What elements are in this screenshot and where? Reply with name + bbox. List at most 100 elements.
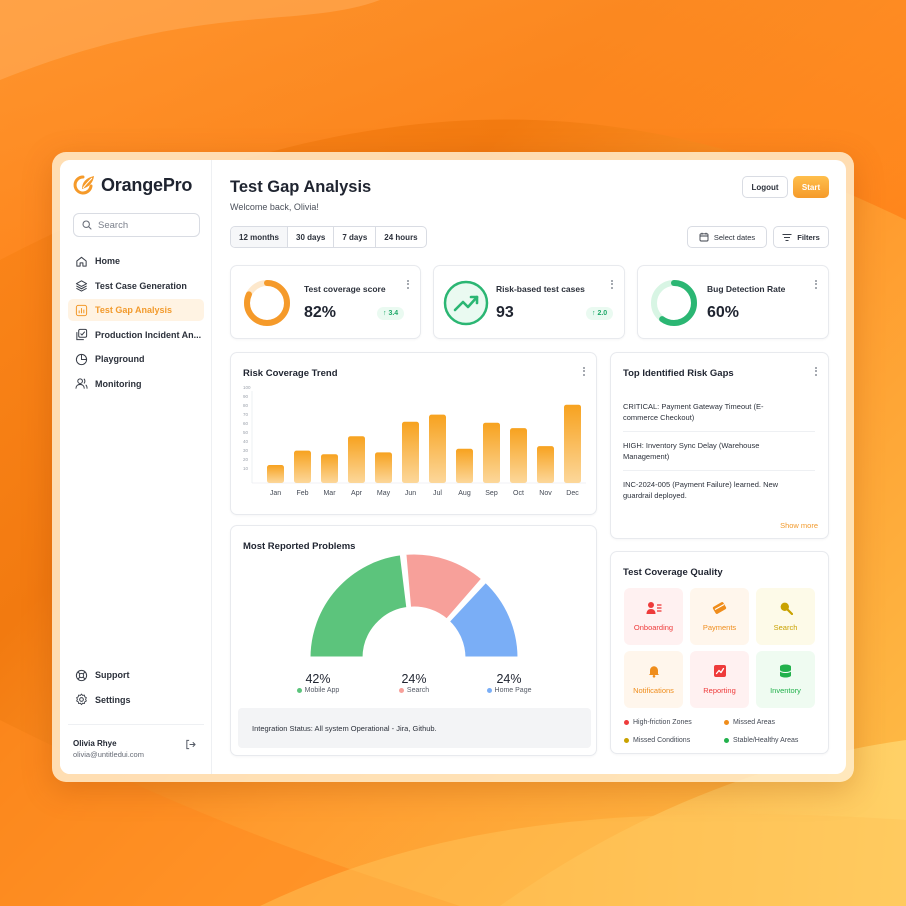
y-tick-label: 20: [243, 457, 249, 462]
sidebar-item-settings[interactable]: Settings: [68, 689, 204, 711]
legend-home-page: Home Page: [469, 687, 549, 694]
user-list-icon: [646, 602, 661, 614]
gauge-segment-mobile-app[interactable]: [307, 552, 410, 660]
x-tick-label: Aug: [458, 490, 471, 497]
database-icon: [779, 664, 792, 678]
legend-missed-areas: Missed Areas: [724, 719, 775, 726]
sidebar-item-label: Test Gap Analysis: [95, 305, 173, 315]
segment-percent-search: 24%: [401, 672, 427, 686]
x-tick-label: Jul: [433, 490, 442, 497]
more-options-icon[interactable]: [406, 278, 410, 290]
orange-logo-icon: [73, 175, 94, 195]
legend-label: Missed Conditions: [633, 737, 691, 744]
stat-delta-badge: ↑ 3.4: [377, 307, 405, 320]
search-input[interactable]: [98, 219, 193, 231]
sidebar-item-test-gap-analysis[interactable]: Test Gap Analysis: [68, 299, 204, 321]
bar-feb[interactable]: [294, 450, 311, 483]
bar-oct[interactable]: [510, 428, 527, 483]
select-dates-button[interactable]: Select dates: [687, 226, 767, 248]
x-tick-label: Nov: [539, 490, 552, 497]
y-tick-label: 90: [243, 394, 249, 399]
select-dates-label: Select dates: [713, 232, 756, 242]
bar-apr[interactable]: [348, 436, 365, 483]
x-tick-label: Apr: [351, 490, 363, 497]
more-options-icon[interactable]: [582, 365, 586, 377]
legend-dot: [486, 688, 492, 693]
calendar-icon: [699, 232, 709, 242]
risk-gap-item[interactable]: INC-2024-005 (Payment Failure) learned. …: [623, 480, 783, 501]
tile-inventory[interactable]: Inventory: [756, 651, 815, 708]
delta-value: 2.0: [597, 310, 608, 317]
bar-may[interactable]: [375, 452, 392, 483]
more-options-icon[interactable]: [814, 278, 818, 290]
most-reported-problems-card: Most Reported Problems 42% 24% 24% Mobil…: [230, 525, 597, 756]
risk-gap-item[interactable]: CRITICAL: Payment Gateway Timeout (E-com…: [623, 402, 783, 423]
stat-card-coverage: Test coverage score 82% ↑ 3.4: [230, 265, 421, 339]
sidebar-item-test-case-generation[interactable]: Test Case Generation: [68, 275, 204, 297]
sidebar-item-playground[interactable]: Playground: [68, 348, 204, 370]
sidebar-item-production-incident[interactable]: Production Incident An...: [68, 324, 204, 346]
legend-label: Stable/Healthy Areas: [733, 737, 799, 744]
tile-notifications[interactable]: Notifications: [624, 651, 683, 708]
main-content: Test Gap Analysis Welcome back, Olivia! …: [212, 160, 846, 774]
sidebar-item-support[interactable]: Support: [68, 664, 204, 686]
logout-icon[interactable]: [185, 739, 196, 750]
tile-onboarding[interactable]: Onboarding: [624, 588, 683, 645]
stat-value: 93: [496, 304, 514, 321]
search-box[interactable]: [73, 213, 200, 237]
bar-aug[interactable]: [456, 448, 473, 483]
legend-dot: [296, 688, 302, 693]
stat-value: 82%: [304, 304, 337, 321]
tile-label: Search: [773, 623, 798, 632]
risk-coverage-trend-card: Risk Coverage Trend 100 90 80 70 60 50 40 30 20 1…: [230, 352, 597, 515]
bar-nov[interactable]: [537, 446, 554, 483]
range-12-months[interactable]: 12 months: [231, 227, 289, 247]
sidebar-item-home[interactable]: Home: [68, 250, 204, 272]
brand-logo[interactable]: OrangePro: [72, 174, 192, 196]
sidebar-nav: Home Test Case Generation Test Gap Analy…: [68, 250, 204, 397]
time-range-selector: 12 months 30 days 7 days 24 hours: [230, 226, 427, 248]
bar-dec[interactable]: [564, 404, 581, 483]
chart-title: Risk Coverage Trend: [243, 368, 338, 379]
x-tick-label: Jan: [270, 490, 281, 497]
range-30-days[interactable]: 30 days: [288, 227, 335, 247]
user-email: olivia@untitledui.com: [73, 750, 144, 759]
sidebar-item-monitoring[interactable]: Monitoring: [68, 373, 204, 395]
bar-chart-icon: [75, 304, 88, 316]
start-button[interactable]: Start: [793, 176, 829, 198]
tile-label: Onboarding: [633, 623, 674, 632]
user-profile: Olivia Rhye olivia@untitledui.com: [68, 724, 204, 759]
legend-search: Search: [374, 687, 454, 694]
risk-gap-item[interactable]: HIGH: Inventory Sync Delay (Warehouse Ma…: [623, 441, 783, 462]
y-tick-label: 60: [243, 421, 249, 426]
copy-check-icon: [76, 328, 88, 341]
more-options-icon[interactable]: [814, 365, 818, 377]
x-tick-label: Feb: [296, 490, 308, 497]
bar-jul[interactable]: [429, 414, 446, 483]
tile-search[interactable]: Search: [756, 588, 815, 645]
x-tick-label: Jun: [405, 490, 416, 497]
tile-payments[interactable]: Payments: [690, 588, 749, 645]
more-options-icon[interactable]: [610, 278, 614, 290]
gear-icon: [76, 693, 87, 706]
logout-button[interactable]: Logout: [742, 176, 788, 198]
risk-gaps-card: Top Identified Risk Gaps CRITICAL: Payme…: [610, 352, 829, 539]
card-icon: [712, 602, 727, 614]
segment-percent-mobile: 42%: [305, 672, 331, 686]
range-7-days[interactable]: 7 days: [334, 227, 377, 247]
bar-mar[interactable]: [321, 454, 338, 483]
legend-mobile-app: Mobile App: [278, 687, 358, 694]
legend-stable-healthy: Stable/Healthy Areas: [724, 737, 798, 744]
bar-jun[interactable]: [402, 421, 419, 483]
filters-button[interactable]: Filters: [773, 226, 829, 248]
y-tick-label: 70: [243, 412, 249, 417]
bar-jan[interactable]: [267, 465, 284, 483]
show-more-link[interactable]: Show more: [780, 521, 818, 530]
stat-card-bug-detection: Bug Detection Rate 60%: [637, 265, 829, 339]
range-24-hours[interactable]: 24 hours: [376, 227, 425, 247]
tile-label: Notifications: [633, 686, 674, 695]
x-tick-label: Dec: [566, 490, 579, 497]
bar-sep[interactable]: [483, 422, 500, 483]
tile-reporting[interactable]: Reporting: [690, 651, 749, 708]
ring-progress-icon: [244, 280, 290, 326]
